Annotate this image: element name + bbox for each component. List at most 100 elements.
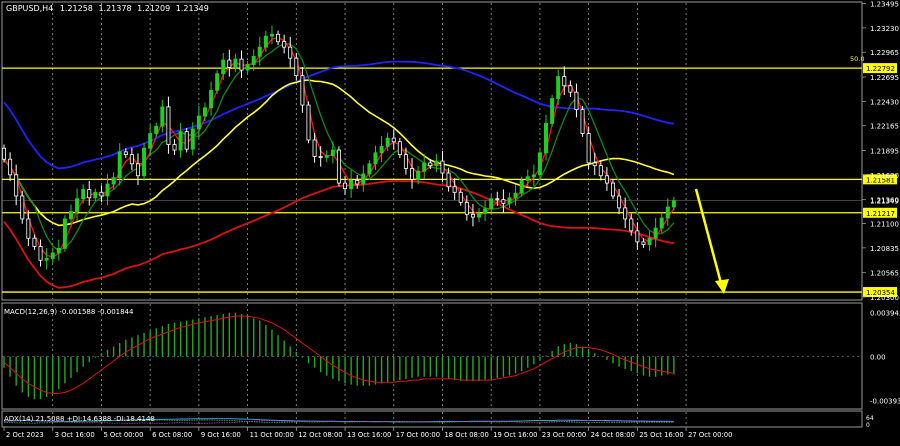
candle-body (440, 160, 445, 174)
candle-body (20, 195, 25, 220)
candle-body (166, 106, 171, 145)
candle-body (367, 163, 372, 175)
candle-body (635, 230, 640, 243)
price-tick-label: 1.20300 (870, 294, 899, 302)
level-price-label: 1.22792 (866, 65, 895, 73)
candle-body (282, 41, 287, 48)
time-tick-label: 27 Oct 00:00 (688, 431, 732, 439)
candle-body (391, 137, 396, 143)
candle-body (641, 241, 646, 246)
candle-body (501, 199, 506, 204)
candle-body (361, 173, 366, 185)
candle-body (2, 147, 7, 160)
candle-body (172, 144, 177, 151)
candle-body (330, 149, 335, 156)
candle-body (8, 158, 13, 176)
candle-body (403, 154, 408, 169)
price-tick-label: 1.22965 (870, 49, 899, 57)
candle-body (129, 154, 134, 165)
symbol-header: GBPUSD,H4 1.21258 1.21378 1.21209 1.2134… (6, 4, 209, 13)
candle-body (111, 177, 116, 185)
candle-body (470, 213, 475, 218)
candle-body (245, 64, 250, 71)
candle-body (525, 176, 530, 181)
candle-body (75, 198, 80, 212)
price-tick-label: 1.21895 (870, 148, 899, 156)
macd-tick-label: 0.00 (870, 354, 886, 362)
candle-body (623, 207, 628, 220)
candle-body (562, 76, 567, 87)
candle-body (239, 58, 244, 71)
candle-body (26, 218, 31, 239)
candle-body (489, 198, 494, 210)
candle-body (251, 55, 256, 66)
time-tick-label: 25 Oct 16:00 (639, 431, 683, 439)
time-tick-label: 6 Oct 08:00 (152, 431, 192, 439)
candle-body (294, 57, 299, 77)
candle-body (178, 131, 183, 151)
price-tick-label: 1.21360 (870, 197, 899, 205)
price-tick-label: 1.22430 (870, 98, 899, 106)
candle-body (483, 208, 488, 214)
candle-body (93, 191, 98, 199)
candle-body (306, 104, 311, 141)
chart-canvas[interactable]: 1.227921.215811.212171.203541.21349 0.00… (0, 0, 900, 442)
fib-label: 50.0 (850, 55, 864, 63)
candle-body (531, 174, 536, 178)
level-price-label: 1.21217 (866, 210, 895, 218)
candle-body (87, 189, 92, 199)
candle-body (135, 163, 140, 177)
candle-body (580, 109, 585, 134)
price-tick-label: 1.20835 (870, 245, 899, 253)
time-tick-label: 12 Oct 08:00 (298, 431, 342, 439)
candle-body (142, 147, 147, 177)
candle-body (397, 141, 402, 156)
candle-body (148, 133, 153, 149)
adx-tick-label: 0 (866, 422, 870, 429)
candle-body (586, 133, 591, 164)
candle-body (647, 237, 652, 246)
trading-chart[interactable]: 1.22792 1.21581 1.21217 1.20354 1.21349 0.00… (0, 0, 900, 442)
candle-body (50, 252, 55, 259)
candle-body (14, 174, 19, 197)
price-tick-label: 1.20565 (870, 270, 899, 278)
adx-label: ADX(14) 21.5088 +DI:14.6388 -DI:18.4148 (4, 415, 155, 423)
candle-body (355, 179, 360, 185)
candle-body (123, 151, 128, 156)
candle-body (617, 195, 622, 209)
candle-body (604, 175, 609, 184)
time-tick-label: 17 Oct 00:00 (396, 431, 440, 439)
price-tick-label: 1.23495 (870, 1, 899, 9)
candle-body (160, 106, 165, 127)
adx-tick-label: 64 (866, 415, 874, 422)
candle-body (659, 217, 664, 229)
price-tick-label: 1.21630 (870, 172, 899, 180)
price-tick-label: 1.21100 (870, 221, 899, 229)
candle-body (653, 227, 658, 239)
time-tick-label: 23 Oct 00:00 (542, 431, 586, 439)
candle-body (379, 145, 384, 154)
time-tick-label: 11 Oct 00:00 (250, 431, 294, 439)
time-tick-label: 18 Oct 08:00 (444, 431, 488, 439)
candle-body (312, 139, 317, 157)
time-tick-label: 19 Oct 16:00 (493, 431, 537, 439)
price-tick-label: 1.22695 (870, 74, 899, 82)
candle-body (105, 183, 110, 197)
candle-body (495, 198, 500, 201)
candle-body (428, 162, 433, 167)
candle-body (276, 33, 281, 43)
candle-body (227, 59, 232, 68)
candle-body (81, 189, 86, 200)
candle-body (464, 201, 469, 215)
candle-body (373, 152, 378, 165)
candle-body (324, 155, 329, 158)
time-tick-label: 24 Oct 08:00 (591, 431, 635, 439)
candle-body (154, 125, 159, 134)
candle-body (202, 107, 207, 117)
macd-tick-label: 0.003943 (870, 309, 900, 317)
candle-body (629, 218, 634, 232)
candle-body (318, 156, 323, 158)
candle-body (446, 172, 451, 188)
candle-body (592, 162, 597, 167)
time-tick-label: 2 Oct 2023 (6, 431, 44, 439)
